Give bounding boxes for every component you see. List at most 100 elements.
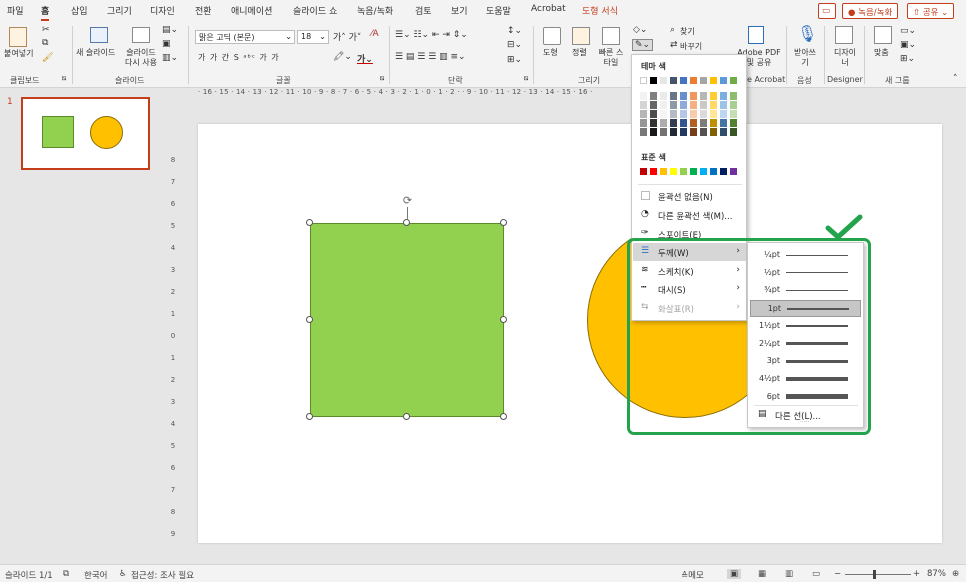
new-slide-icon[interactable] xyxy=(90,27,108,43)
theme-shade-swatch[interactable] xyxy=(650,119,657,127)
theme-color-swatch[interactable] xyxy=(730,77,737,84)
highlight-color-icon[interactable]: 🖍⌄ xyxy=(333,52,352,62)
theme-shade-swatch[interactable] xyxy=(700,92,707,100)
zoom-level[interactable]: 87% xyxy=(927,569,946,579)
microphone-icon[interactable]: 🎙 xyxy=(797,24,817,43)
zoom-out-icon[interactable]: − xyxy=(834,569,841,579)
theme-shade-swatch[interactable] xyxy=(710,101,717,109)
designer-icon[interactable] xyxy=(835,26,853,44)
resize-handle[interactable] xyxy=(403,413,410,420)
theme-shade-swatch[interactable] xyxy=(690,119,697,127)
theme-color-swatch[interactable] xyxy=(690,77,697,84)
theme-shade-swatch[interactable] xyxy=(720,101,727,109)
paste-button[interactable]: 붙여넣기 xyxy=(4,49,33,59)
copy-icon[interactable]: ⧉ xyxy=(42,38,48,48)
slideshow-icon[interactable]: ▭ xyxy=(812,569,820,579)
theme-shade-swatch[interactable] xyxy=(650,128,657,136)
slide-thumbnail[interactable] xyxy=(21,97,150,170)
font-format-row[interactable]: 가 가 간 S ᵃᵇᶜ 가 가 xyxy=(198,52,280,63)
dictate-button[interactable]: 받아쓰기 xyxy=(791,48,819,68)
standard-color-swatch[interactable] xyxy=(720,168,727,175)
shape-fill-icon[interactable]: ◇⌄ xyxy=(633,25,647,35)
tab-help[interactable]: 도움말 xyxy=(486,4,511,17)
green-rectangle-shape[interactable] xyxy=(310,223,504,417)
reading-view-icon[interactable]: ▥ xyxy=(785,569,793,579)
theme-shade-swatch[interactable] xyxy=(720,119,727,127)
tab-slideshow[interactable]: 슬라이드 쇼 xyxy=(293,4,337,17)
theme-shade-swatch[interactable] xyxy=(640,92,647,100)
standard-color-swatch[interactable] xyxy=(710,168,717,175)
theme-shade-swatch[interactable] xyxy=(710,119,717,127)
tab-record[interactable]: 녹음/녹화 xyxy=(357,4,393,17)
theme-shade-swatch[interactable] xyxy=(730,92,737,100)
resize-handle[interactable] xyxy=(500,219,507,226)
align-objects-icon[interactable]: ▣⌄ xyxy=(900,40,916,50)
theme-shade-swatch[interactable] xyxy=(690,128,697,136)
theme-shade-swatch[interactable] xyxy=(690,101,697,109)
tab-view[interactable]: 보기 xyxy=(451,4,468,17)
standard-color-swatch[interactable] xyxy=(640,168,647,175)
designer-button[interactable]: 디자이너 xyxy=(832,48,858,68)
replace-button[interactable]: 바꾸기 xyxy=(680,41,702,52)
shape-outline-icon[interactable]: ✎⌄ xyxy=(632,39,654,51)
theme-shade-swatch[interactable] xyxy=(680,128,687,136)
theme-shade-swatch[interactable] xyxy=(650,92,657,100)
standard-color-swatch[interactable] xyxy=(650,168,657,175)
theme-shade-swatch[interactable] xyxy=(670,128,677,136)
standard-color-swatch[interactable] xyxy=(730,168,737,175)
launcher-icon[interactable]: ⧅ xyxy=(62,74,66,83)
theme-shade-swatch[interactable] xyxy=(690,110,697,118)
theme-shade-swatch[interactable] xyxy=(660,119,667,127)
adobe-pdf-icon[interactable] xyxy=(748,26,764,44)
font-name-select[interactable]: 맑은 고딕 (본문) ⌄ xyxy=(195,30,295,44)
theme-shade-swatch[interactable] xyxy=(700,128,707,136)
theme-color-swatch[interactable] xyxy=(650,77,657,84)
tab-acrobat[interactable]: Acrobat xyxy=(531,4,566,14)
normal-view-icon[interactable]: ▣ xyxy=(727,569,742,579)
more-outline-colors-item[interactable]: ◔ 다른 윤곽선 색(M)... xyxy=(633,206,746,224)
spelling-icon[interactable]: ⧉ xyxy=(63,569,69,579)
theme-color-swatch[interactable] xyxy=(710,77,717,84)
standard-color-swatch[interactable] xyxy=(670,168,677,175)
theme-shade-swatch[interactable] xyxy=(650,101,657,109)
resize-handle[interactable] xyxy=(306,219,313,226)
tab-shape-format[interactable]: 도형 서식 xyxy=(582,4,618,17)
theme-color-swatch[interactable] xyxy=(680,77,687,84)
standard-color-swatch[interactable] xyxy=(700,168,707,175)
tab-home[interactable]: 홈 xyxy=(41,4,50,21)
theme-shade-swatch[interactable] xyxy=(720,92,727,100)
smartart-icon[interactable]: ⊞⌄ xyxy=(507,55,522,65)
theme-shade-swatch[interactable] xyxy=(660,128,667,136)
group-icon[interactable]: ▭⌄ xyxy=(900,26,916,36)
format-painter-icon[interactable]: 🖌 xyxy=(42,53,53,63)
tab-design[interactable]: 디자인 xyxy=(150,4,175,17)
theme-shade-swatch[interactable] xyxy=(640,128,647,136)
tab-insert[interactable]: 삽입 xyxy=(71,4,88,17)
tab-transitions[interactable]: 전환 xyxy=(195,4,212,17)
fit-icon[interactable] xyxy=(874,26,892,44)
theme-shade-swatch[interactable] xyxy=(670,119,677,127)
standard-color-swatch[interactable] xyxy=(680,168,687,175)
rotate-handle-icon[interactable]: ⟳ xyxy=(401,194,414,207)
no-outline-item[interactable]: 윤곽선 없음(N) xyxy=(633,187,746,205)
find-icon[interactable]: ⌕ xyxy=(670,25,675,35)
font-grow-icon[interactable]: 가˄ 가˅ xyxy=(333,30,361,43)
theme-color-swatch[interactable] xyxy=(660,77,667,84)
theme-shade-swatch[interactable] xyxy=(690,92,697,100)
align-text-icon[interactable]: ⊟⌄ xyxy=(507,40,522,50)
layout-icon[interactable]: ▤⌄ xyxy=(162,25,178,35)
theme-shade-swatch[interactable] xyxy=(680,101,687,109)
quick-styles-button[interactable]: 빠른 스타일 xyxy=(596,48,626,68)
accessibility-icon[interactable]: ♿ xyxy=(119,569,127,579)
new-slide-button[interactable]: 새 슬라이드 xyxy=(76,48,115,58)
reuse-slide-button[interactable]: 슬라이드 다시 사용 xyxy=(124,48,158,68)
size-icon[interactable]: ⊞⌄ xyxy=(900,54,915,64)
theme-shade-swatch[interactable] xyxy=(680,110,687,118)
theme-shade-swatch[interactable] xyxy=(640,101,647,109)
tab-review[interactable]: 검토 xyxy=(415,4,432,17)
language-status[interactable]: 한국어 xyxy=(84,569,107,581)
paste-icon[interactable] xyxy=(9,27,27,47)
theme-color-swatch[interactable] xyxy=(700,77,707,84)
launcher-icon[interactable]: ⧅ xyxy=(380,74,384,83)
theme-shade-swatch[interactable] xyxy=(730,101,737,109)
